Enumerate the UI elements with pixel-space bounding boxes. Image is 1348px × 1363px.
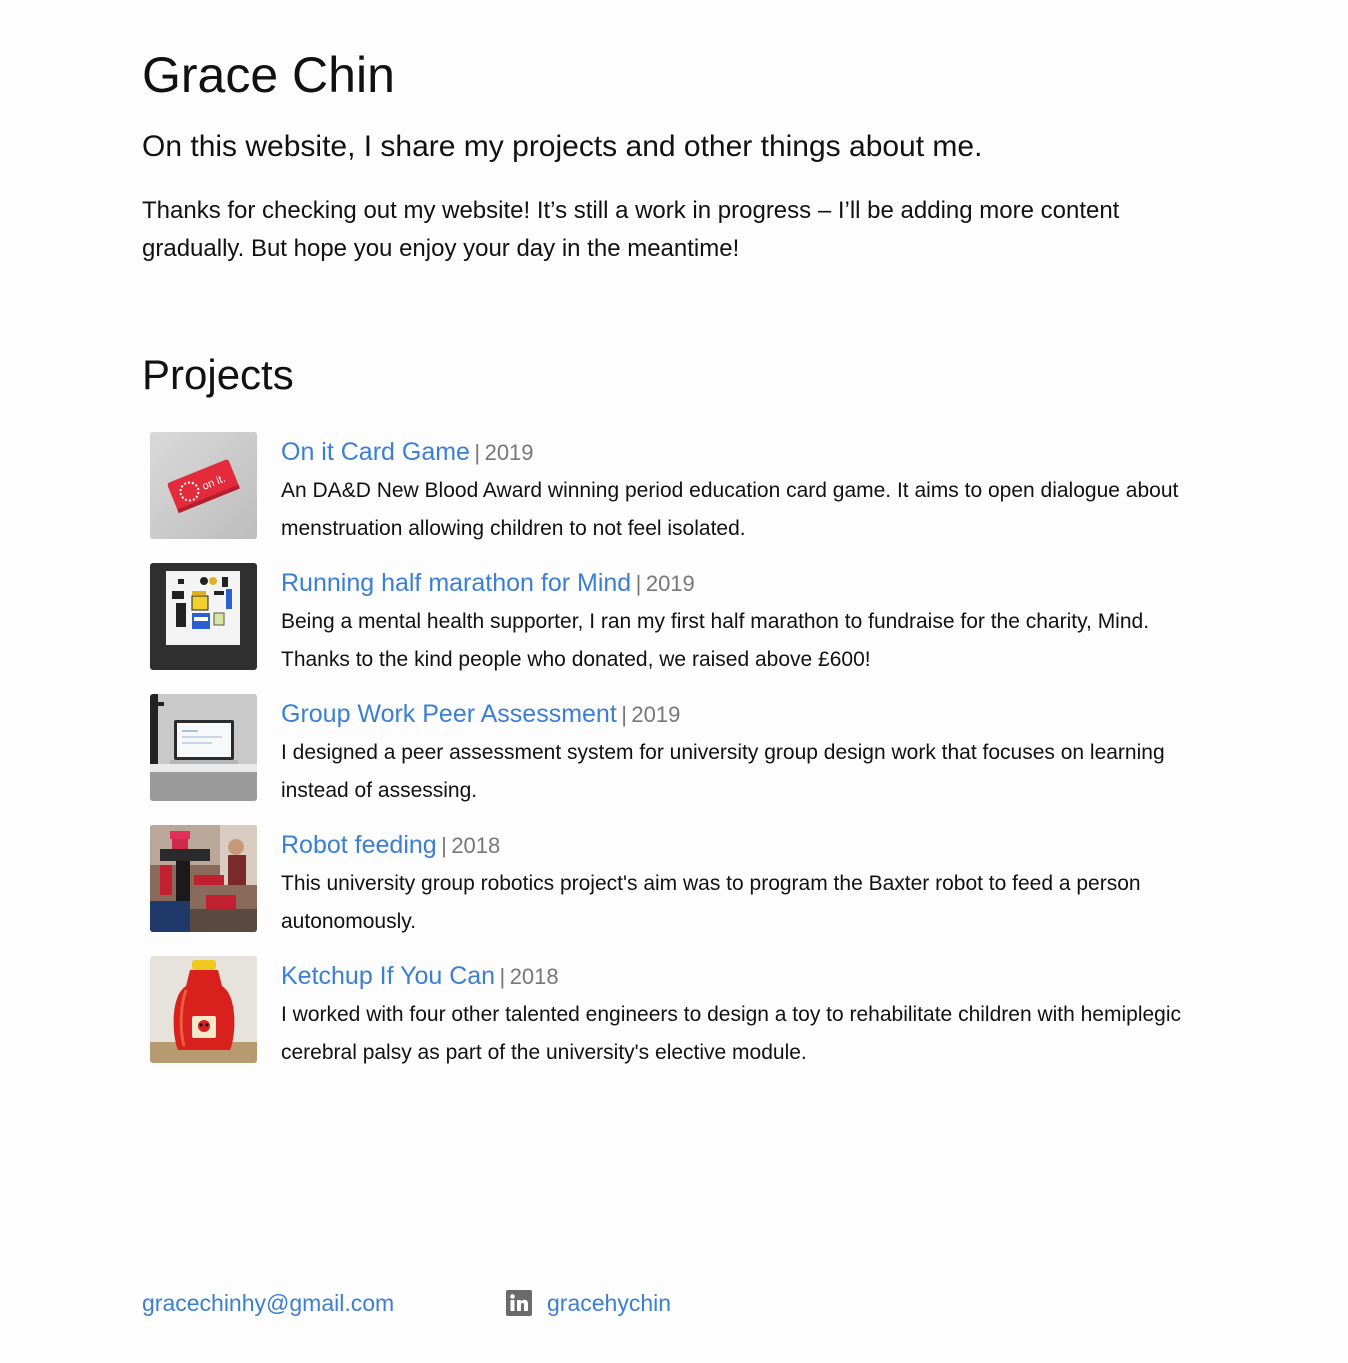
project-header: Robot feeding | 2018: [281, 825, 1211, 865]
project-description: I designed a peer assessment system for …: [281, 741, 1165, 802]
project-header: Running half marathon for Mind | 2019: [281, 563, 1211, 603]
project-thumbnail-half-marathon[interactable]: [150, 563, 257, 670]
project-thumbnail-robot-feeding[interactable]: [150, 825, 257, 932]
project-item: on it. On it Card Game | 2019 An DA&D Ne…: [150, 432, 1222, 563]
project-details: On it Card Game | 2019 An DA&D New Blood…: [281, 432, 1211, 548]
project-title-link[interactable]: Robot feeding: [281, 831, 437, 859]
project-year: 2019: [631, 702, 681, 727]
project-year: 2018: [509, 964, 559, 989]
projects-heading: Projects: [142, 351, 294, 398]
project-description: Being a mental health supporter, I ran m…: [281, 610, 1150, 671]
project-separator: |: [441, 833, 447, 858]
project-thumbnail-on-it[interactable]: on it.: [150, 432, 257, 539]
project-title-link[interactable]: Ketchup If You Can: [281, 962, 495, 990]
project-details: Ketchup If You Can | 2018 I worked with …: [281, 956, 1211, 1072]
linkedin-icon: [506, 1290, 532, 1316]
project-details: Robot feeding | 2018 This university gro…: [281, 825, 1211, 941]
site-title: Grace Chin: [142, 47, 395, 103]
project-details: Running half marathon for Mind | 2019 Be…: [281, 563, 1211, 679]
project-thumbnail-ketchup[interactable]: [150, 956, 257, 1063]
baxter-robot-image: [150, 825, 257, 932]
project-separator: |: [635, 571, 642, 596]
project-description: This university group robotics project's…: [281, 872, 1141, 933]
project-thumbnail-peer-assessment[interactable]: [150, 694, 257, 801]
project-title-link[interactable]: Running half marathon for Mind: [281, 569, 631, 597]
project-details: Group Work Peer Assessment | 2019 I desi…: [281, 694, 1211, 810]
tagline: On this website, I share my projects and…: [142, 130, 983, 163]
project-title-link[interactable]: Group Work Peer Assessment: [281, 700, 617, 728]
page: Grace Chin On this website, I share my p…: [0, 0, 1348, 1363]
project-item: Group Work Peer Assessment | 2019 I desi…: [150, 694, 1222, 825]
project-item: Running half marathon for Mind | 2019 Be…: [150, 563, 1222, 694]
project-year: 2018: [451, 833, 501, 858]
project-year: 2019: [645, 571, 695, 596]
footer: gracechinhy@gmail.com gracehychin: [142, 1285, 842, 1321]
running-kit-image: [150, 563, 257, 670]
project-separator: |: [621, 702, 627, 727]
email-link[interactable]: gracechinhy@gmail.com: [142, 1285, 394, 1321]
project-title-link[interactable]: On it Card Game: [281, 438, 470, 466]
project-separator: |: [499, 964, 506, 989]
project-header: On it Card Game | 2019: [281, 432, 1211, 472]
project-header: Group Work Peer Assessment | 2019: [281, 694, 1211, 734]
linkedin-link[interactable]: gracehychin: [506, 1285, 671, 1321]
ketchup-bottle-toy-image: [150, 956, 257, 1063]
project-description: I worked with four other talented engine…: [281, 1003, 1182, 1064]
project-list: on it. On it Card Game | 2019 An DA&D Ne…: [150, 432, 1222, 1087]
project-header: Ketchup If You Can | 2018: [281, 956, 1211, 996]
laptop-desk-image: [150, 694, 257, 801]
project-separator: |: [474, 440, 481, 465]
project-item: Robot feeding | 2018 This university gro…: [150, 825, 1222, 956]
linkedin-handle: gracehychin: [547, 1290, 672, 1316]
card-game-box-image: on it.: [150, 432, 257, 539]
project-year: 2019: [484, 440, 534, 465]
project-description: An DA&D New Blood Award winning period e…: [281, 479, 1179, 540]
intro-text: Thanks for checking out my website! It’s…: [142, 197, 1120, 262]
project-item: Ketchup If You Can | 2018 I worked with …: [150, 956, 1222, 1087]
